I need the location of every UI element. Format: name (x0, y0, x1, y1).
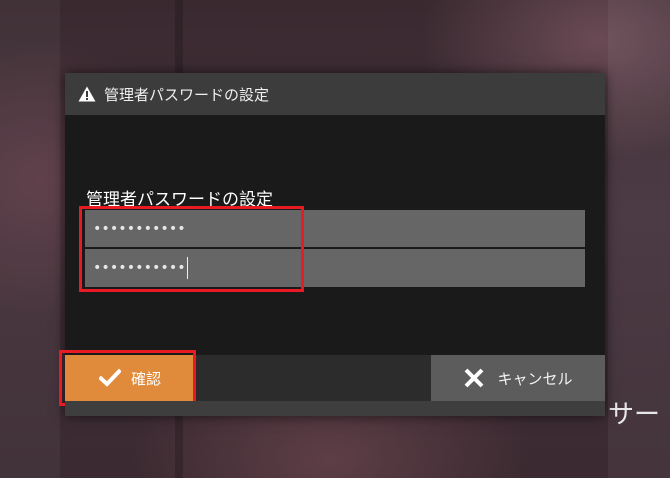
dialog-footer: 確認 キャンセル (59, 350, 605, 416)
background-panel-left (0, 0, 60, 478)
dialog-title: 管理者パスワードの設定 (104, 85, 270, 104)
dialog-titlebar: 管理者パスワードの設定 (65, 73, 605, 115)
password-masked-value: ••••••••••• (93, 220, 186, 237)
confirm-button[interactable]: 確認 (65, 355, 195, 401)
warning-icon (78, 86, 96, 102)
confirm-button-label: 確認 (130, 369, 161, 388)
background-partial-text: サー (608, 400, 661, 430)
password-input[interactable]: ••••••••••• (85, 210, 585, 248)
cancel-button[interactable]: キャンセル (431, 355, 605, 401)
checkmark-icon (98, 368, 121, 387)
dialog-body: 管理者パスワードの設定 ••••••••••• ••••••••••• (65, 115, 605, 355)
password-confirm-masked-value: ••••••••••• (93, 260, 186, 276)
close-icon (465, 368, 484, 388)
text-caret (186, 257, 188, 279)
password-confirm-input[interactable]: ••••••••••• (85, 249, 585, 287)
cancel-button-label: キャンセル (497, 369, 573, 388)
password-field-label: 管理者パスワードの設定 (86, 190, 273, 210)
admin-password-dialog: 管理者パスワードの設定 管理者パスワードの設定 ••••••••••• ••••… (59, 73, 605, 416)
footer-strip (65, 401, 605, 416)
